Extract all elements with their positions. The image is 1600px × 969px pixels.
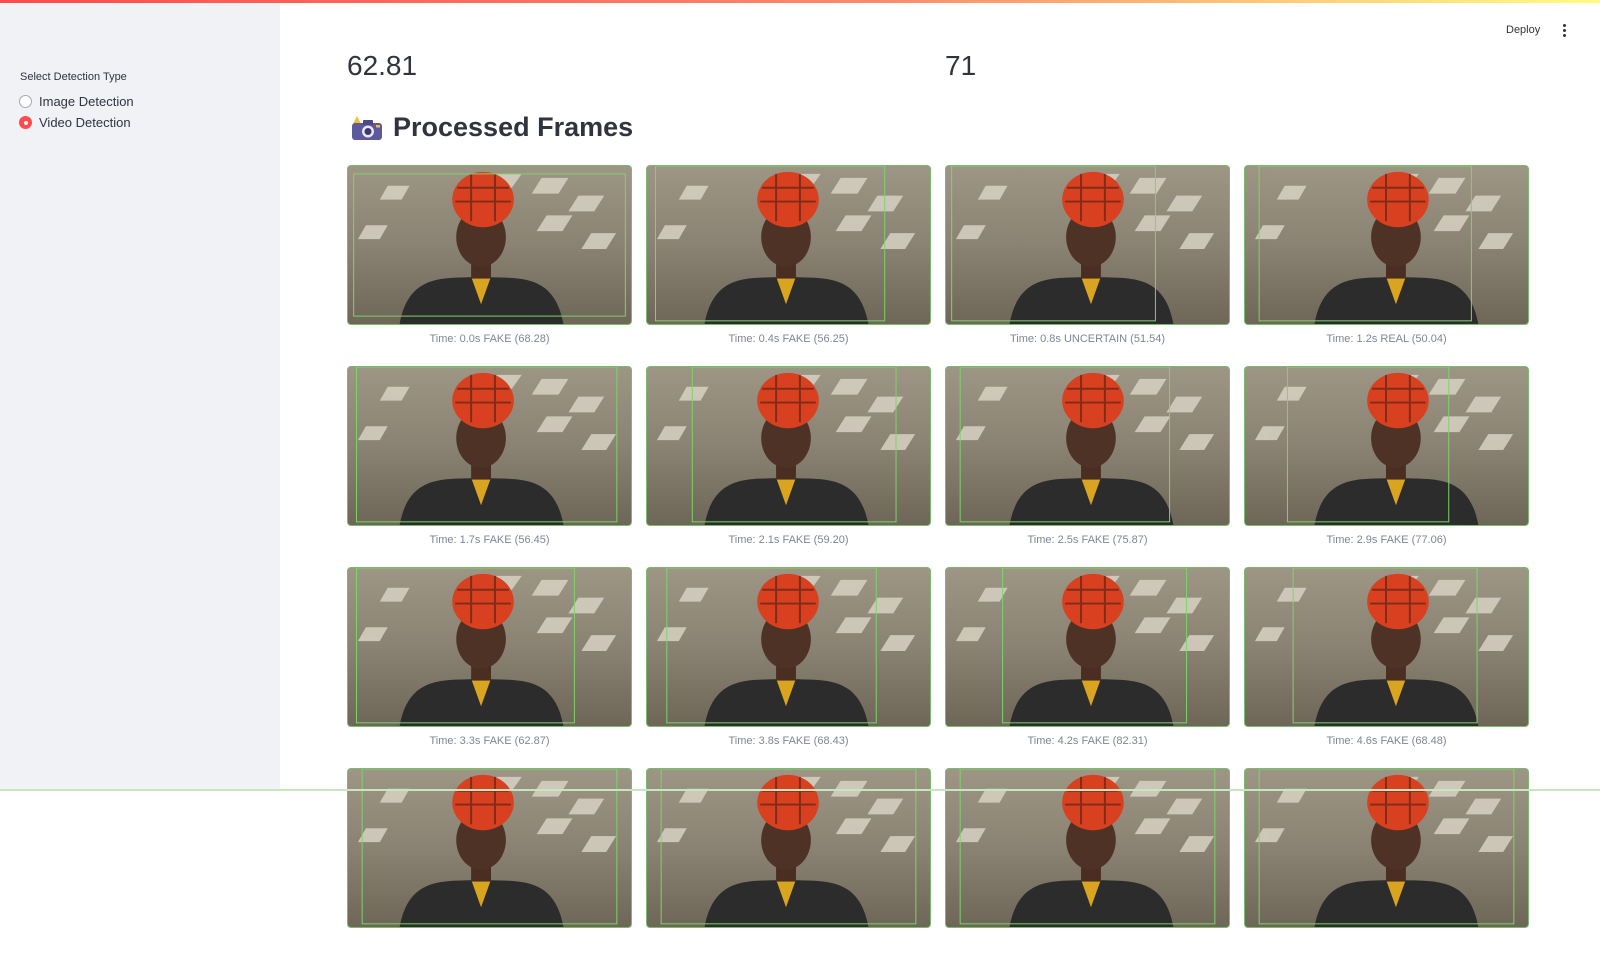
more-vertical-icon[interactable] (1560, 24, 1568, 38)
section-header: Processed Frames (351, 112, 633, 143)
frame-card: Time: 0.4s FAKE (56.25) (646, 165, 931, 366)
frame-image (945, 165, 1230, 325)
frame-card: Time: 2.5s FAKE (75.87) (945, 366, 1230, 567)
frame-image (1244, 366, 1529, 526)
frame-image (1244, 567, 1529, 727)
frame-caption: Time: 0.0s FAKE (68.28) (429, 333, 550, 345)
frame-image (347, 567, 632, 727)
frame-caption: Time: 1.7s FAKE (56.45) (429, 534, 550, 546)
metric-value-frames: 71 (945, 50, 977, 81)
frame-card (347, 768, 632, 969)
frame-card: Time: 1.7s FAKE (56.45) (347, 366, 632, 567)
detection-type-label: Select Detection Type (20, 71, 127, 83)
sidebar: Select Detection Type Image Detection Vi… (0, 0, 280, 791)
deploy-button[interactable]: Deploy (1500, 22, 1546, 38)
radio-unchecked-icon (19, 95, 32, 108)
frame-card: Time: 3.8s FAKE (68.43) (646, 567, 931, 768)
frame-card: Time: 4.6s FAKE (68.48) (1244, 567, 1529, 768)
frame-card: Time: 4.2s FAKE (82.31) (945, 567, 1230, 768)
frame-image (646, 567, 931, 727)
frame-card (945, 768, 1230, 969)
frame-caption: Time: 2.9s FAKE (77.06) (1326, 534, 1447, 546)
radio-video-detection[interactable]: Video Detection (19, 115, 131, 130)
frame-image (347, 768, 632, 928)
section-title: Processed Frames (393, 112, 634, 142)
frame-image (347, 366, 632, 526)
radio-image-detection[interactable]: Image Detection (19, 94, 134, 109)
frame-image (945, 366, 1230, 526)
frame-card: Time: 3.3s FAKE (62.87) (347, 567, 632, 768)
frame-caption: Time: 4.2s FAKE (82.31) (1027, 735, 1148, 747)
frame-caption: Time: 1.2s REAL (50.04) (1326, 333, 1447, 345)
frame-caption: Time: 2.1s FAKE (59.20) (728, 534, 849, 546)
frames-grid: Time: 0.0s FAKE (68.28) Time: 0.4s FAKE (… (347, 165, 1529, 969)
frame-image (347, 165, 632, 325)
frame-card (646, 768, 931, 969)
radio-checked-icon (19, 116, 32, 129)
frame-card: Time: 0.0s FAKE (68.28) (347, 165, 632, 366)
frame-caption: Time: 0.4s FAKE (56.25) (728, 333, 849, 345)
frame-caption: Time: 3.3s FAKE (62.87) (429, 735, 550, 747)
frame-card: Time: 1.2s REAL (50.04) (1244, 165, 1529, 366)
frame-image (945, 768, 1230, 928)
frame-image (646, 165, 931, 325)
metric-value-score: 62.81 (347, 50, 418, 81)
frame-image (646, 768, 931, 928)
frame-caption: Time: 0.8s UNCERTAIN (51.54) (1009, 333, 1166, 345)
frame-image (945, 567, 1230, 727)
frame-image (1244, 165, 1529, 325)
frame-image (646, 366, 931, 526)
frame-image (1244, 768, 1529, 928)
frame-card (1244, 768, 1529, 969)
camera-icon (352, 115, 382, 140)
frame-card: Time: 0.8s UNCERTAIN (51.54) (945, 165, 1230, 366)
radio-label-video-detection: Video Detection (39, 115, 131, 130)
radio-label-image-detection: Image Detection (39, 94, 134, 109)
frame-card: Time: 2.9s FAKE (77.06) (1244, 366, 1529, 567)
frame-caption: Time: 4.6s FAKE (68.48) (1326, 735, 1447, 747)
frame-caption: Time: 3.8s FAKE (68.43) (728, 735, 849, 747)
top-decoration-bar (0, 0, 1600, 3)
frame-caption: Time: 2.5s FAKE (75.87) (1027, 534, 1148, 546)
frame-card: Time: 2.1s FAKE (59.20) (646, 366, 931, 567)
